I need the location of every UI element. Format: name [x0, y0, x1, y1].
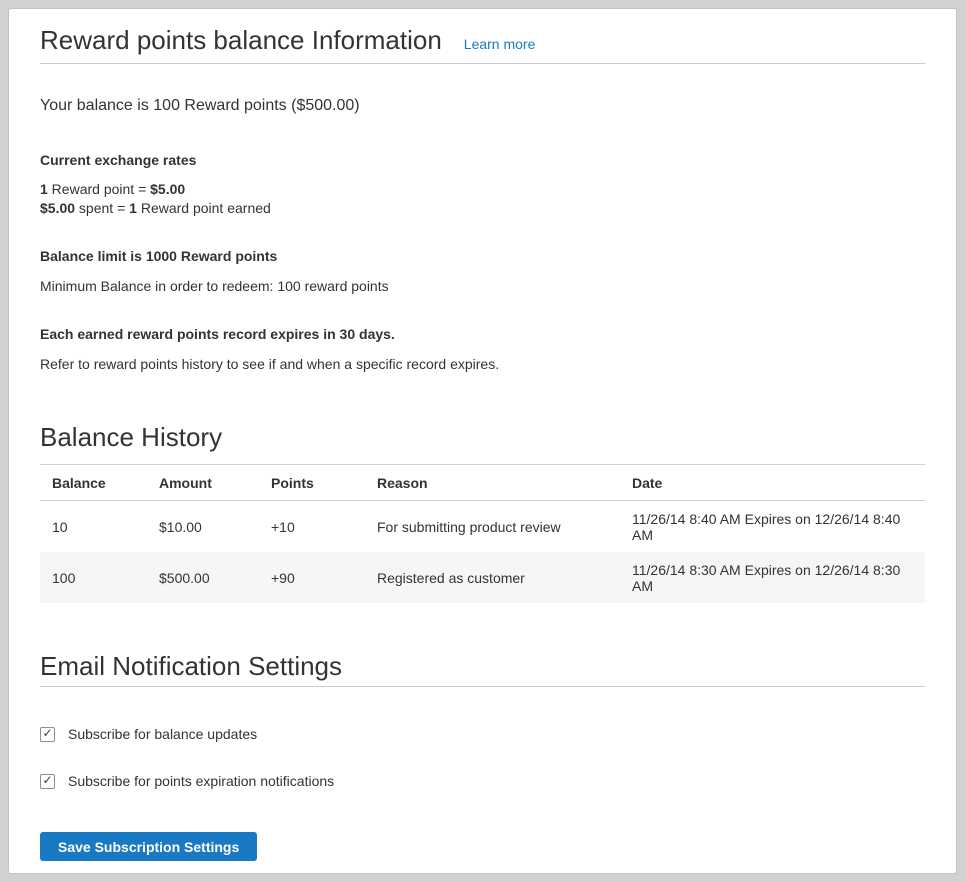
points-expiration-label[interactable]: Subscribe for points expiration notifica… [68, 773, 334, 789]
cell-amount: $10.00 [147, 501, 259, 553]
cell-points: +90 [259, 552, 365, 603]
points-expiration-checkbox[interactable]: ✓ [40, 774, 55, 789]
rate-spend-line: $5.00 spent = 1 Reward point earned [40, 200, 271, 216]
email-notification-heading: Email Notification Settings [40, 650, 925, 682]
balance-updates-checkbox[interactable]: ✓ [40, 727, 55, 742]
subscribe-balance-row: ✓ Subscribe for balance updates [40, 726, 925, 742]
cell-balance: 10 [40, 501, 147, 553]
page-title: Reward points balance Information [40, 25, 442, 55]
balance-summary: Your balance is 100 Reward points ($500.… [40, 95, 925, 117]
cell-points: +10 [259, 501, 365, 553]
balance-history-heading: Balance History [40, 421, 925, 453]
check-icon: ✓ [42, 774, 52, 786]
balance-history-table: Balance Amount Points Reason Date 10 $10… [40, 464, 925, 603]
cell-reason: Registered as customer [365, 552, 620, 603]
expiry-note-text: Refer to reward points history to see if… [40, 354, 925, 374]
cell-amount: $500.00 [147, 552, 259, 603]
cell-date: 11/26/14 8:40 AM Expires on 12/26/14 8:4… [620, 501, 925, 553]
balance-limit-text: Balance limit is 1000 Reward points [40, 246, 925, 266]
rate-earn-line: 1 Reward point = $5.00 [40, 181, 185, 197]
check-icon: ✓ [42, 727, 52, 739]
table-header-row: Balance Amount Points Reason Date [40, 465, 925, 501]
col-header-amount: Amount [147, 465, 259, 501]
title-row: Reward points balance Information Learn … [40, 9, 925, 55]
table-row: 100 $500.00 +90 Registered as customer 1… [40, 552, 925, 603]
save-subscription-button[interactable]: Save Subscription Settings [40, 832, 257, 861]
reward-points-panel: Reward points balance Information Learn … [8, 8, 957, 874]
col-header-balance: Balance [40, 465, 147, 501]
cell-date: 11/26/14 8:30 AM Expires on 12/26/14 8:3… [620, 552, 925, 603]
page-background: Reward points balance Information Learn … [0, 0, 965, 882]
balance-updates-label[interactable]: Subscribe for balance updates [68, 726, 257, 742]
cell-reason: For submitting product review [365, 501, 620, 553]
learn-more-link[interactable]: Learn more [464, 36, 536, 52]
email-notification-divider [40, 686, 925, 687]
table-row: 10 $10.00 +10 For submitting product rev… [40, 501, 925, 553]
col-header-date: Date [620, 465, 925, 501]
col-header-reason: Reason [365, 465, 620, 501]
exchange-rates-heading: Current exchange rates [40, 150, 925, 170]
exchange-rate-lines: 1 Reward point = $5.00 $5.00 spent = 1 Re… [40, 180, 925, 218]
col-header-points: Points [259, 465, 365, 501]
minimum-balance-text: Minimum Balance in order to redeem: 100 … [40, 276, 925, 296]
cell-balance: 100 [40, 552, 147, 603]
subscribe-expiration-row: ✓ Subscribe for points expiration notifi… [40, 773, 925, 789]
title-divider [40, 63, 925, 64]
expiry-text: Each earned reward points record expires… [40, 324, 925, 344]
